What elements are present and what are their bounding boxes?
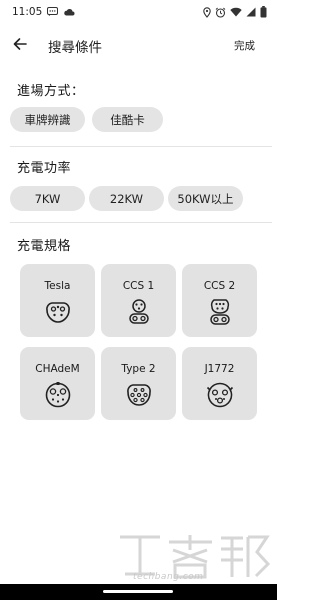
status-right (203, 6, 267, 18)
signal-icon (246, 7, 256, 17)
ccs1-connector-icon (128, 299, 149, 324)
status-bar: 11:05 (0, 0, 277, 24)
power-option-7kw[interactable]: 7KW (10, 186, 85, 211)
type2-connector-icon (126, 384, 151, 406)
entry-method-title: 進場方式： (17, 84, 85, 99)
connector-card-ccs2[interactable]: CCS 2 (182, 264, 257, 337)
entry-option-card[interactable]: 佳酷卡 (92, 107, 163, 132)
power-option-22kw[interactable]: 22KW (89, 186, 164, 211)
done-button[interactable]: 完成 (234, 38, 255, 53)
app-bar: 搜尋條件 完成 (0, 28, 277, 62)
cloud-icon (63, 8, 75, 16)
pill-label: 50KW以上 (177, 191, 234, 206)
home-indicator[interactable] (103, 590, 173, 593)
watermark-text: techbang.com (133, 572, 204, 582)
entry-option-plate-recognition[interactable]: 車牌辨識 (10, 107, 85, 132)
divider (10, 222, 272, 223)
wifi-icon (230, 7, 242, 17)
back-button[interactable] (9, 32, 31, 56)
alarm-icon (215, 7, 226, 18)
pill-label: 佳酷卡 (110, 112, 145, 127)
divider (10, 146, 272, 147)
battery-icon (260, 6, 267, 18)
pill-label: 22KW (109, 191, 144, 206)
pill-label: 車牌辨識 (24, 112, 71, 127)
connector-card-ccs1[interactable]: CCS 1 (101, 264, 176, 337)
pill-label: 7KW (34, 191, 61, 206)
connector-card-type2[interactable]: Type 2 (101, 347, 176, 420)
j1772-connector-icon (206, 382, 233, 408)
connector-label: CCS 2 (203, 280, 236, 292)
connector-card-tesla[interactable]: Tesla (20, 264, 95, 337)
chademo-connector-icon (45, 382, 70, 408)
arrow-back-icon (13, 38, 27, 50)
connector-label: CCS 1 (122, 280, 155, 292)
ccs2-connector-icon (209, 299, 230, 325)
charge-power-title: 充電功率 (17, 161, 72, 176)
message-icon (47, 7, 59, 17)
connector-label: CHAdeM (35, 363, 80, 375)
connector-card-j1772[interactable]: J1772 (182, 347, 257, 420)
connector-label: Tesla (44, 280, 71, 292)
connector-label: Type 2 (121, 363, 156, 375)
connector-card-chademo[interactable]: CHAdeM (20, 347, 95, 420)
location-icon (203, 6, 211, 18)
power-option-50kw[interactable]: 50KW以上 (168, 186, 243, 211)
status-left: 11:05 (12, 6, 75, 18)
page-title: 搜尋條件 (48, 40, 102, 56)
tesla-connector-icon (45, 302, 70, 323)
charge-spec-title: 充電規格 (17, 239, 72, 254)
status-time: 11:05 (12, 6, 43, 18)
connector-label: J1772 (204, 363, 235, 375)
